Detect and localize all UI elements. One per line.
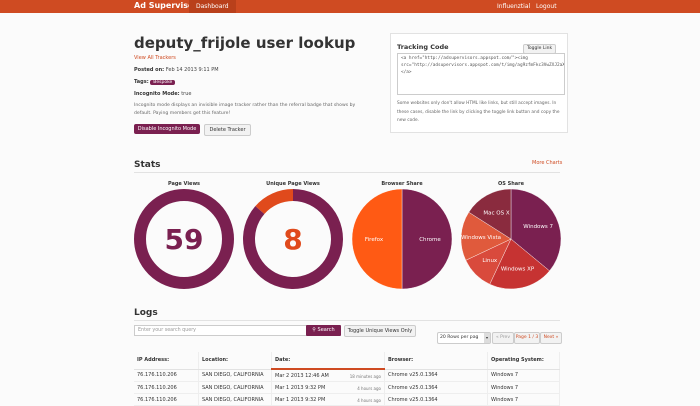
relative-time: 18 minutes ago [349, 373, 381, 379]
rows-per-page-value: 20 Rows per pag [440, 335, 479, 340]
chart-title-page-views: Page Views [167, 181, 201, 187]
cell-os: Windows 7 [487, 369, 560, 382]
chart-title-unique-views: Unique Page Views [266, 181, 320, 187]
relative-time: 4 hours ago [357, 397, 381, 403]
date-value: Mar 1 2013 9:32 PM [275, 384, 326, 391]
pie-slice-label: Windows XP [501, 266, 535, 272]
cell-browser: Chrome v25.0.1364 [384, 381, 488, 394]
cell-browser: Chrome v25.0.1364 [384, 369, 488, 382]
posted-value: Feb 14 2013 9:11 PM [165, 67, 219, 73]
pie-slice-label: Windows Vista [461, 235, 501, 241]
tracking-code-textarea[interactable]: <a href="http://adsupervisors.appspot.co… [397, 53, 565, 95]
incognito-label: Incognito Mode: [134, 91, 180, 97]
tags-label: Tags: [134, 79, 149, 85]
chart-title-browser-share: Browser Share [381, 181, 423, 187]
tracking-code-panel: Tracking Code Toggle Link <a href="http:… [390, 33, 568, 133]
cell-ip: 76.176.110.206 [134, 369, 199, 382]
logs-heading: Logs [134, 308, 158, 318]
os-share-pie: Windows 7 Windows XPLinux Windows Vista Mac… [460, 188, 562, 290]
pie-slice-label: Firefox [365, 237, 384, 243]
cell-ip: 76.176.110.206 [134, 381, 199, 394]
table-row: 76.176.110.206 SAN DIEGO, CALIFORNIA Mar 1… [134, 381, 560, 394]
page-indicator: Page 1 / 3 [514, 332, 540, 344]
donut-center-value: 8 [283, 223, 302, 256]
incognito-line: Incognito Mode: true [134, 91, 191, 97]
relative-time: 4 hours ago [357, 385, 381, 391]
nav-user-link[interactable]: Influenztial [497, 0, 530, 13]
cell-date: Mar 2 2013 12:46 AM 18 minutes ago [271, 369, 385, 382]
tracking-code-note: Some websites only don't allow HTML like… [397, 101, 560, 123]
view-all-trackers-link[interactable]: View All Trackers [134, 55, 176, 61]
posted-label: Posted on: [134, 67, 165, 73]
tag-badge[interactable]: Bespoke [150, 80, 176, 85]
page-views-donut: 59 [134, 189, 234, 289]
incognito-value: true [181, 91, 192, 97]
nav-logout-link[interactable]: Logout [536, 0, 557, 13]
incognito-description: Incognito mode displays an invisible ima… [134, 103, 356, 116]
column-header-browser[interactable]: Browser: [384, 352, 488, 370]
table-row: 76.176.110.206 SAN DIEGO, CALIFORNIA Mar 2… [134, 369, 560, 382]
top-navbar [0, 0, 700, 13]
stats-heading: Stats [134, 160, 161, 170]
chevron-down-icon: ▾ [484, 333, 490, 343]
cell-location: SAN DIEGO, CALIFORNIA [198, 369, 272, 382]
more-charts-link[interactable]: More Charts [532, 160, 562, 166]
stats-divider [134, 172, 560, 173]
nav-dashboard-link[interactable]: Dashboard [189, 0, 236, 13]
cell-location: SAN DIEGO, CALIFORNIA [198, 381, 272, 394]
toggle-unique-views-button[interactable]: Toggle Unique Views Only [344, 325, 416, 337]
date-value: Mar 2 2013 12:46 AM [275, 372, 329, 379]
pie-slice-label: Linux [482, 258, 498, 264]
unique-views-donut: 8 [242, 189, 343, 289]
rows-per-page-select[interactable]: 20 Rows per pag ▾ [437, 332, 491, 344]
donut-center-value: 59 [165, 223, 204, 256]
column-header-date[interactable]: Date: [271, 352, 385, 370]
log-search-input[interactable]: Enter your search query [134, 325, 309, 336]
pie-slice-label: Mac OS X [483, 211, 509, 217]
posted-on-line: Posted on: Feb 14 2013 9:11 PM [134, 67, 219, 73]
prev-page-button[interactable]: « Prev [492, 332, 514, 344]
disable-incognito-button[interactable]: Disable Incognito Mode [134, 124, 200, 134]
cell-date: Mar 1 2013 9:32 PM 4 hours ago [271, 381, 385, 394]
page-title: deputy_frijole user lookup [134, 34, 356, 52]
column-header-location[interactable]: Location: [198, 352, 272, 370]
column-header-ip[interactable]: IP Address: [134, 352, 199, 370]
pie-slice-label: Chrome [419, 237, 441, 243]
cell-os: Windows 7 [487, 381, 560, 394]
pie-slice-label: Windows 7 [523, 224, 553, 230]
next-page-button[interactable]: Next » [540, 332, 562, 344]
browser-share-pie: Chrome Firefox [351, 188, 453, 290]
column-header-os[interactable]: Operating System: [487, 352, 560, 370]
chart-title-os-share: OS Share [498, 181, 524, 187]
donut-segment [255, 189, 293, 214]
logs-table: IP Address: Location: Date: Browser: Ope… [134, 352, 560, 406]
logs-divider [134, 320, 560, 321]
search-icon: ⚲ [312, 327, 316, 333]
search-button[interactable]: ⚲ Search [306, 325, 341, 336]
table-header-row: IP Address: Location: Date: Browser: Ope… [134, 352, 560, 370]
delete-tracker-button[interactable]: Delete Tracker [204, 124, 251, 136]
tracking-code-title: Tracking Code [397, 43, 449, 51]
tags-line: Tags: Bespoke [134, 79, 176, 85]
search-button-label: Search [317, 327, 335, 333]
